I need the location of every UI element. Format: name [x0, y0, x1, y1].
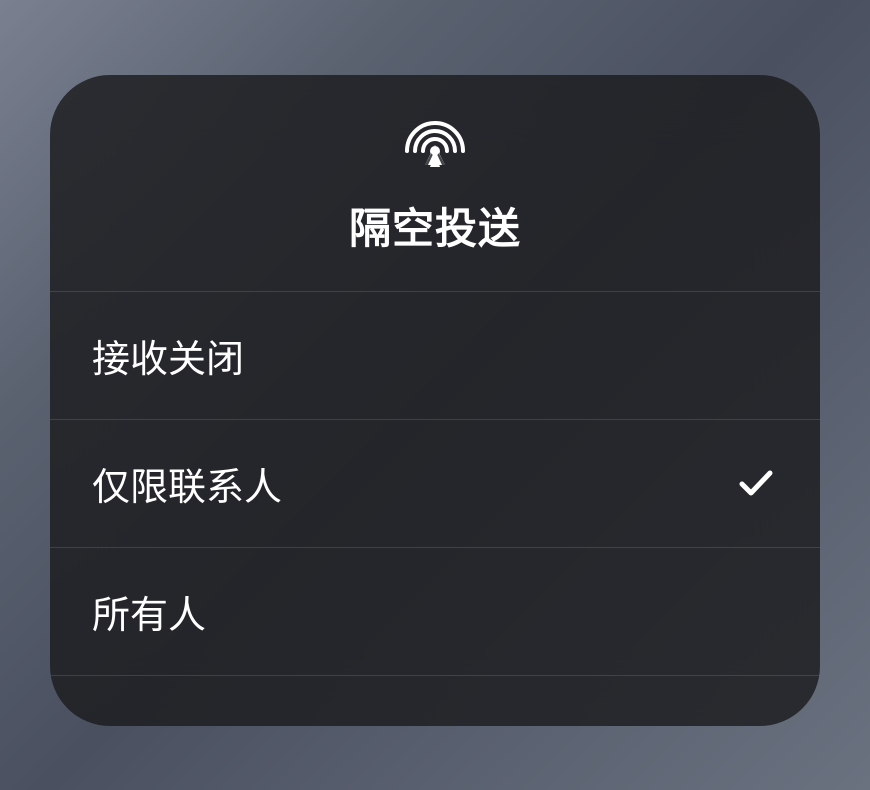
option-label: 仅限联系人 [92, 456, 282, 511]
panel-header: 隔空投送 [50, 75, 820, 292]
option-label: 所有人 [92, 584, 206, 639]
airdrop-icon [405, 115, 465, 175]
option-receiving-off[interactable]: 接收关闭 [50, 292, 820, 420]
panel-bottom-spacer [50, 676, 820, 726]
airdrop-settings-panel: 隔空投送 接收关闭 仅限联系人 所有人 [50, 75, 820, 726]
option-contacts-only[interactable]: 仅限联系人 [50, 420, 820, 548]
panel-title: 隔空投送 [349, 195, 521, 256]
option-label: 接收关闭 [92, 328, 244, 383]
checkmark-icon [734, 461, 778, 505]
option-everyone[interactable]: 所有人 [50, 548, 820, 676]
